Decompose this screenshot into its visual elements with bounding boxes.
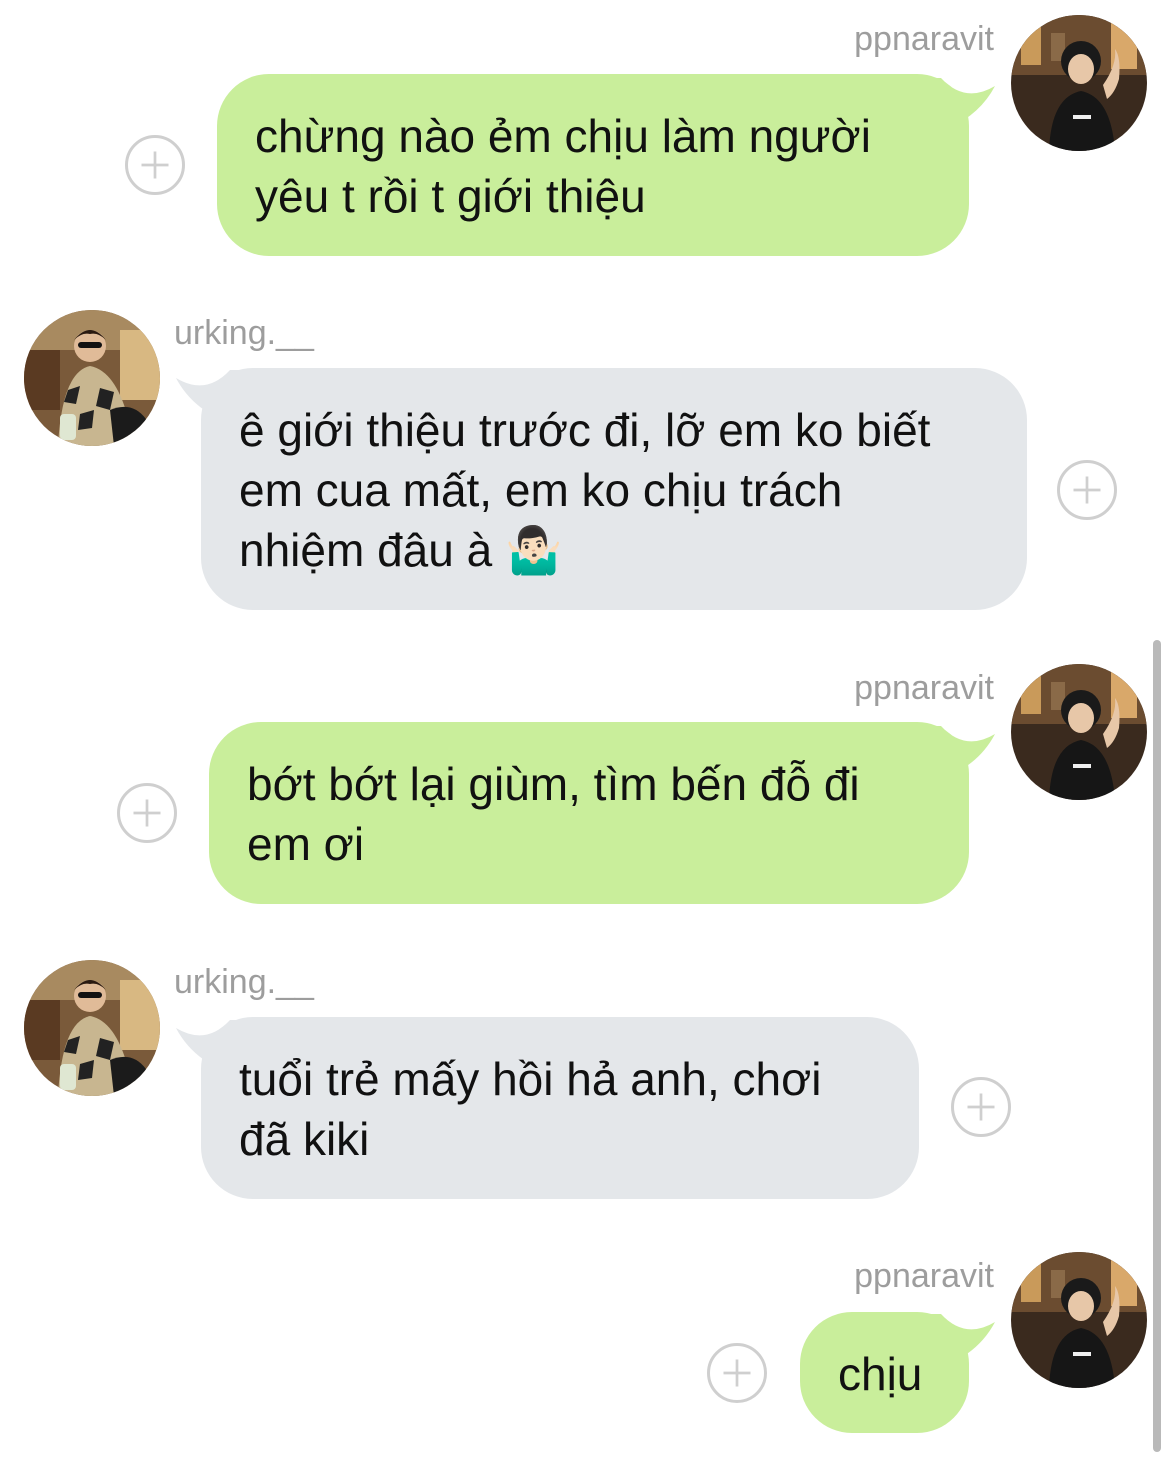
avatar[interactable]	[24, 310, 160, 446]
sender-name: ppnaravit	[854, 20, 994, 58]
add-reaction-icon[interactable]	[951, 1077, 1011, 1137]
add-reaction-icon[interactable]	[117, 783, 177, 843]
message-text: ê giới thiệu trước đi, lỡ em ko biết em …	[201, 368, 1027, 610]
sender-name: ppnaravit	[854, 1257, 994, 1295]
message-text: tuổi trẻ mấy hồi hả anh, chơi đã kiki	[201, 1017, 919, 1199]
avatar[interactable]	[1011, 664, 1147, 800]
scrollbar[interactable]	[1153, 640, 1161, 1452]
avatar[interactable]	[1011, 15, 1147, 151]
sender-name: urking.__	[174, 963, 314, 1001]
add-reaction-icon[interactable]	[707, 1343, 767, 1403]
message-text: bớt bớt lại giùm, tìm bến đỗ đi em ơi	[209, 722, 969, 904]
add-reaction-icon[interactable]	[125, 135, 185, 195]
sender-name: urking.__	[174, 314, 314, 352]
sender-name: ppnaravit	[854, 669, 994, 707]
avatar[interactable]	[24, 960, 160, 1096]
message-text: chừng nào ẻm chịu làm người yêu t rồi t …	[217, 74, 969, 256]
avatar[interactable]	[1011, 1252, 1147, 1388]
add-reaction-icon[interactable]	[1057, 460, 1117, 520]
message-text: chịu	[800, 1312, 969, 1433]
